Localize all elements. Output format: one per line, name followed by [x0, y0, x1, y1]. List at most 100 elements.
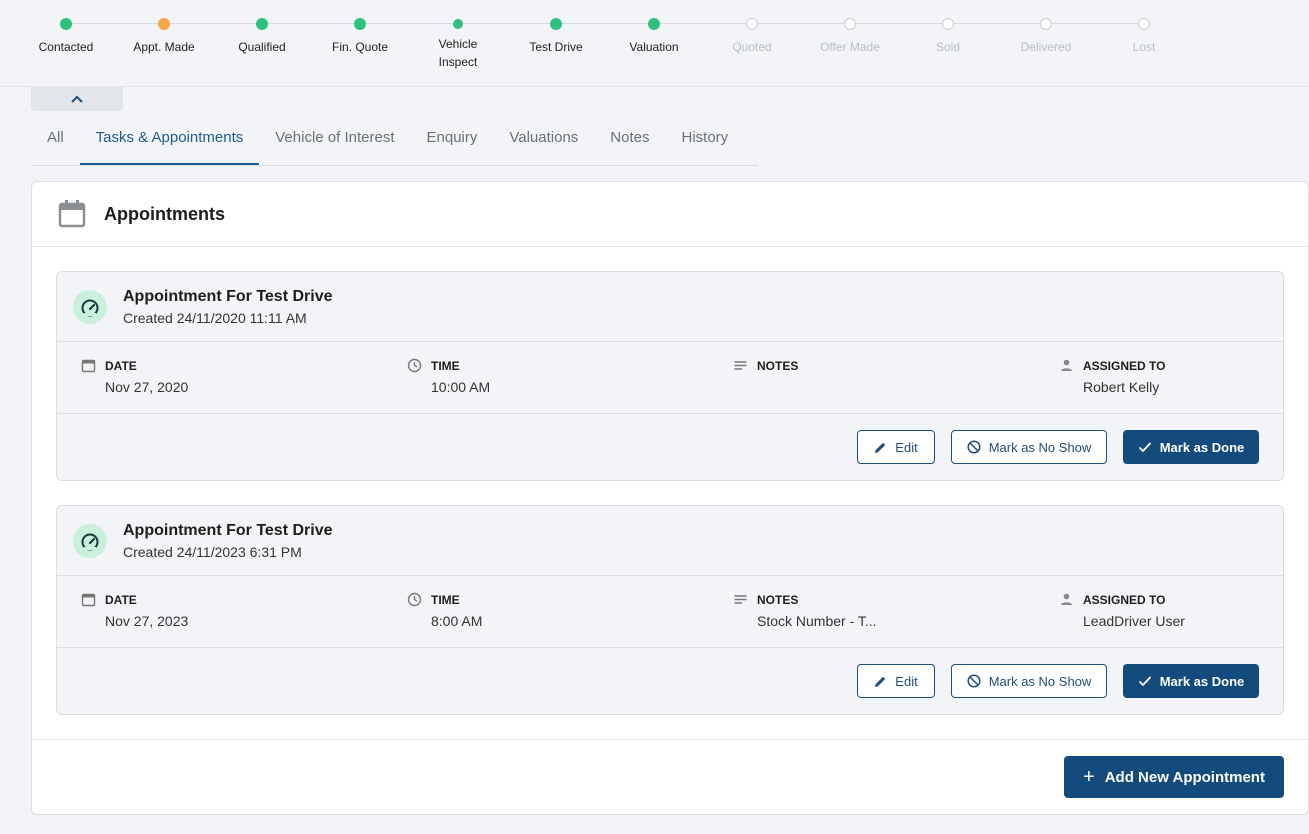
step-sold[interactable]: Sold [900, 16, 996, 56]
no-show-label: Mark as No Show [988, 439, 1092, 455]
mark-done-button[interactable]: Mark as Done [1123, 664, 1259, 698]
calendar-icon [58, 200, 86, 228]
appointment-created: Created 24/11/2023 6:31 PM [123, 543, 302, 560]
step-label: Appt. Made [133, 40, 195, 54]
appointment-card-header: Appointment For Test Drive Created 24/11… [57, 506, 1283, 576]
field-label: DATE [105, 358, 137, 373]
appointment-details: DATE Nov 27, 2020 TIME 10:00 AM NOTES AS… [57, 342, 1283, 414]
appointment-time: 8:00 AM [431, 613, 483, 629]
step-dot [1040, 18, 1052, 30]
step-label: Valuation [629, 40, 679, 54]
check-icon [1138, 442, 1151, 453]
pencil-icon [875, 676, 886, 687]
speedometer-icon [73, 289, 107, 324]
field-label: TIME [431, 592, 460, 607]
appointment-title: Appointment For Test Drive [123, 287, 333, 305]
tab-notes[interactable]: Notes [594, 113, 665, 165]
appointment-date: Nov 27, 2020 [105, 379, 189, 395]
mark-no-show-button[interactable]: Mark as No Show [951, 430, 1107, 464]
step-dot [942, 18, 954, 30]
block-icon [967, 674, 981, 688]
step-quoted[interactable]: Quoted [704, 16, 800, 56]
step-label: Lost [1132, 40, 1156, 54]
step-fin-quote[interactable]: Fin. Quote [312, 16, 408, 56]
appointment-created: Created 24/11/2020 11:11 AM [123, 309, 307, 326]
mark-done-button[interactable]: Mark as Done [1123, 430, 1259, 464]
clock-icon [407, 592, 422, 607]
step-label: Test Drive [529, 40, 583, 54]
appointment-card: Appointment For Test Drive Created 24/11… [56, 505, 1284, 715]
add-appointment-label: Add New Appointment [1104, 768, 1265, 786]
step-label-line2: Inspect [438, 55, 478, 69]
step-dot [453, 19, 463, 29]
chevron-up-icon [71, 95, 83, 103]
step-dot [256, 18, 268, 30]
step-dot [158, 18, 170, 30]
step-delivered[interactable]: Delivered [998, 16, 1094, 56]
step-qualified[interactable]: Qualified [214, 16, 310, 56]
step-valuation[interactable]: Valuation [606, 16, 702, 56]
lead-progress-stepper: Contacted Appt. Made Qualified Fin. Quot… [0, 0, 1309, 87]
field-date: DATE Nov 27, 2020 [81, 358, 188, 395]
step-dot [746, 18, 758, 30]
panel-title: Appointments [104, 203, 225, 224]
appointment-time: 10:00 AM [431, 379, 491, 395]
field-time: TIME 10:00 AM [407, 358, 490, 395]
field-label: ASSIGNED TO [1083, 592, 1166, 607]
step-label: Contacted [38, 40, 94, 54]
appointment-notes: Stock Number - T... [757, 613, 877, 629]
step-lost[interactable]: Lost [1096, 16, 1192, 56]
tab-tasks-appointments[interactable]: Tasks & Appointments [79, 113, 260, 165]
tab-all[interactable]: All [31, 113, 80, 165]
collapse-stepper-button[interactable] [31, 87, 123, 111]
tab-history[interactable]: History [665, 113, 744, 165]
appointments-panel: Appointments Appointment For Test Drive … [31, 181, 1309, 815]
step-dot [550, 18, 562, 30]
step-test-drive[interactable]: Test Drive [508, 16, 604, 56]
tab-enquiry[interactable]: Enquiry [411, 113, 494, 165]
calendar-icon [81, 593, 96, 607]
appointment-details: DATE Nov 27, 2023 TIME 8:00 AM NOTES Sto… [57, 576, 1283, 648]
done-label: Mark as Done [1159, 673, 1245, 689]
field-label: NOTES [757, 592, 799, 607]
field-time: TIME 8:00 AM [407, 592, 482, 629]
panel-footer: + Add New Appointment [32, 739, 1308, 814]
step-label: Offer Made [820, 40, 880, 54]
step-label: Fin. Quote [331, 40, 389, 54]
step-label: Vehicle Inspect [410, 35, 506, 71]
block-icon [967, 440, 981, 454]
field-label: NOTES [757, 358, 799, 373]
clock-icon [407, 358, 422, 373]
step-offer-made[interactable]: Offer Made [802, 16, 898, 56]
appointment-card-header: Appointment For Test Drive Created 24/11… [57, 272, 1283, 342]
step-contacted[interactable]: Contacted [18, 16, 114, 56]
section-tabs: All Tasks & Appointments Vehicle of Inte… [31, 113, 758, 166]
tab-vehicle-of-interest[interactable]: Vehicle of Interest [259, 113, 410, 165]
tab-valuations[interactable]: Valuations [493, 113, 594, 165]
appointment-date: Nov 27, 2023 [105, 613, 189, 629]
person-icon [1061, 359, 1072, 371]
step-vehicle-inspect[interactable]: Vehicle Inspect [410, 16, 506, 71]
edit-label: Edit [895, 673, 918, 689]
appointment-assignee: Robert Kelly [1083, 379, 1160, 395]
step-appt-made[interactable]: Appt. Made [116, 16, 212, 56]
step-label: Quoted [732, 40, 772, 54]
edit-label: Edit [895, 439, 918, 455]
done-label: Mark as Done [1159, 439, 1245, 455]
add-new-appointment-button[interactable]: + Add New Appointment [1064, 756, 1284, 798]
edit-button[interactable]: Edit [857, 430, 935, 464]
edit-button[interactable]: Edit [857, 664, 935, 698]
appointment-assignee: LeadDriver User [1083, 613, 1185, 629]
field-date: DATE Nov 27, 2023 [81, 592, 188, 629]
step-dot [1138, 18, 1150, 30]
mark-no-show-button[interactable]: Mark as No Show [951, 664, 1107, 698]
plus-icon: + [1083, 766, 1095, 788]
step-label-line1: Vehicle [438, 37, 478, 51]
step-label: Delivered [1020, 40, 1072, 54]
step-label: Qualified [238, 40, 286, 54]
check-icon [1138, 676, 1151, 687]
appointment-card: Appointment For Test Drive Created 24/11… [56, 271, 1284, 481]
field-assigned-to: ASSIGNED TO LeadDriver User [1059, 592, 1185, 629]
step-label: Sold [935, 40, 961, 54]
step-dot [354, 18, 366, 30]
